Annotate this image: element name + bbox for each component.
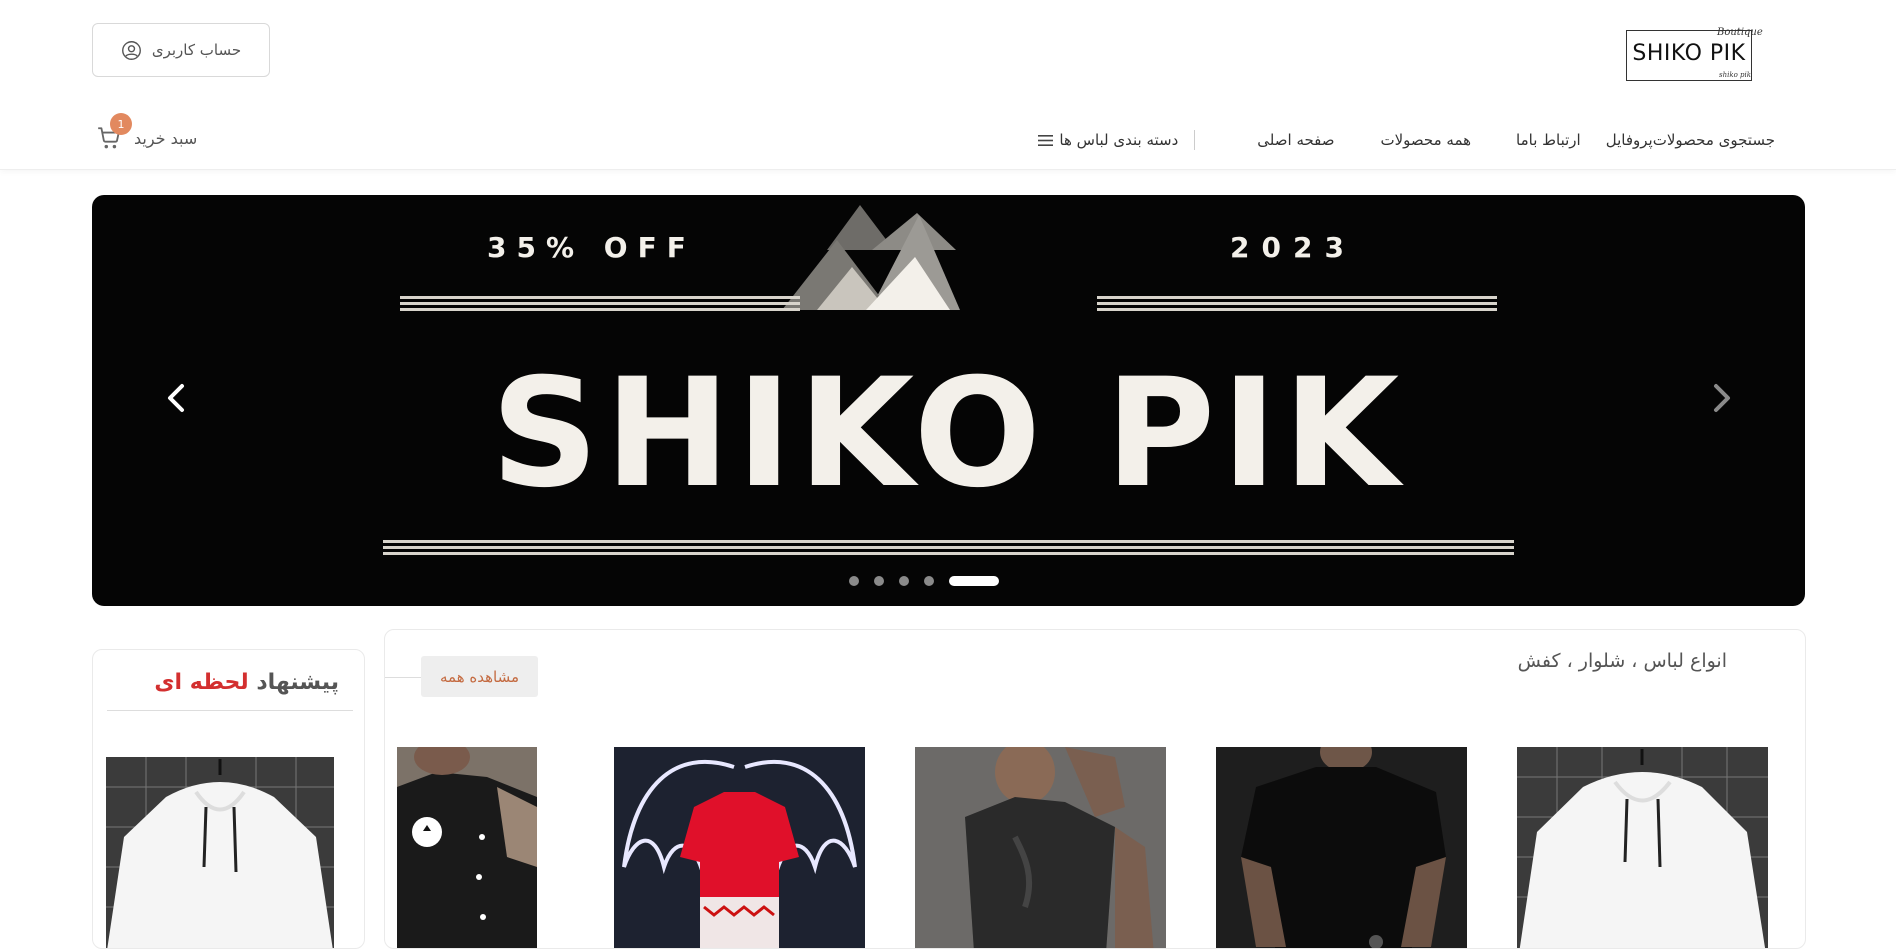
see-all-button[interactable]: مشاهده همه <box>421 656 538 697</box>
slider-dot[interactable] <box>849 576 859 586</box>
slider-dot-active[interactable] <box>949 576 999 586</box>
hero-slider[interactable]: 35% OFF 2023 SHIKO PIK <box>92 195 1805 606</box>
account-button[interactable]: حساب کاربری <box>92 23 270 77</box>
site-logo[interactable]: Boutique SHIKO PIK shiko pik <box>1626 27 1763 81</box>
slider-dot[interactable] <box>874 576 884 586</box>
slider-prev-arrow[interactable] <box>158 378 198 418</box>
nav-home[interactable]: صفحه اصلی <box>1257 131 1334 149</box>
nav-categories-label: دسته بندی لباس ها <box>1059 131 1179 149</box>
banner-year-text: 2023 <box>1230 231 1356 264</box>
offer-product-image[interactable] <box>106 757 334 949</box>
logo-text: SHIKO PIK <box>1632 41 1746 66</box>
logo-script-top: Boutique <box>1717 27 1763 38</box>
cart-button[interactable]: 1 سبد خرید <box>96 113 198 158</box>
product-card-image[interactable] <box>397 747 537 949</box>
banner-offer-text: 35% OFF <box>487 231 696 264</box>
product-card-image[interactable] <box>614 747 865 949</box>
products-section: انواع لباس ، شلوار ، کفش مشاهده همه <box>384 629 1806 949</box>
slider-dot[interactable] <box>924 576 934 586</box>
instant-offer-widget: پیشنهاد لحظه ای <box>92 649 365 949</box>
section-title: انواع لباس ، شلوار ، کفش <box>1517 650 1727 672</box>
slider-next-arrow[interactable] <box>1700 378 1740 418</box>
slider-dots <box>849 576 999 586</box>
product-card-image[interactable] <box>1517 747 1768 949</box>
offer-title-part2: لحظه ای <box>154 670 249 695</box>
cart-count-badge: 1 <box>110 113 132 135</box>
nav-profile[interactable]: پروفایل <box>1606 131 1653 149</box>
nav-categories[interactable]: دسته بندی لباس ها <box>1038 131 1178 149</box>
main-nav: دسته بندی لباس ها صفحه اصلی همه محصولات … <box>1038 130 1775 150</box>
slider-dot[interactable] <box>899 576 909 586</box>
offer-title-part1: پیشنهاد <box>256 670 339 695</box>
nav-all-products[interactable]: همه محصولات <box>1381 131 1472 149</box>
menu-icon <box>1038 134 1054 146</box>
product-card-image[interactable] <box>1216 747 1467 949</box>
nav-search-products[interactable]: جستجوی محصولات <box>1653 131 1775 149</box>
offer-title: پیشنهاد لحظه ای <box>154 670 339 695</box>
cart-label: سبد خرید <box>134 128 198 148</box>
nav-contact[interactable]: ارتباط باما <box>1516 131 1581 149</box>
user-icon <box>121 40 141 60</box>
product-card-image[interactable] <box>915 747 1166 949</box>
nav-separator <box>1194 130 1196 150</box>
account-label: حساب کاربری <box>151 41 242 59</box>
banner-title: SHIKO PIK <box>491 347 1406 521</box>
banner-image: 35% OFF 2023 SHIKO PIK <box>383 205 1514 555</box>
offer-divider <box>107 710 353 711</box>
logo-script-bottom: shiko pik <box>1719 71 1751 79</box>
site-header: Boutique SHIKO PIK shiko pik حساب کاربری… <box>0 0 1896 170</box>
see-all-line <box>385 677 421 678</box>
